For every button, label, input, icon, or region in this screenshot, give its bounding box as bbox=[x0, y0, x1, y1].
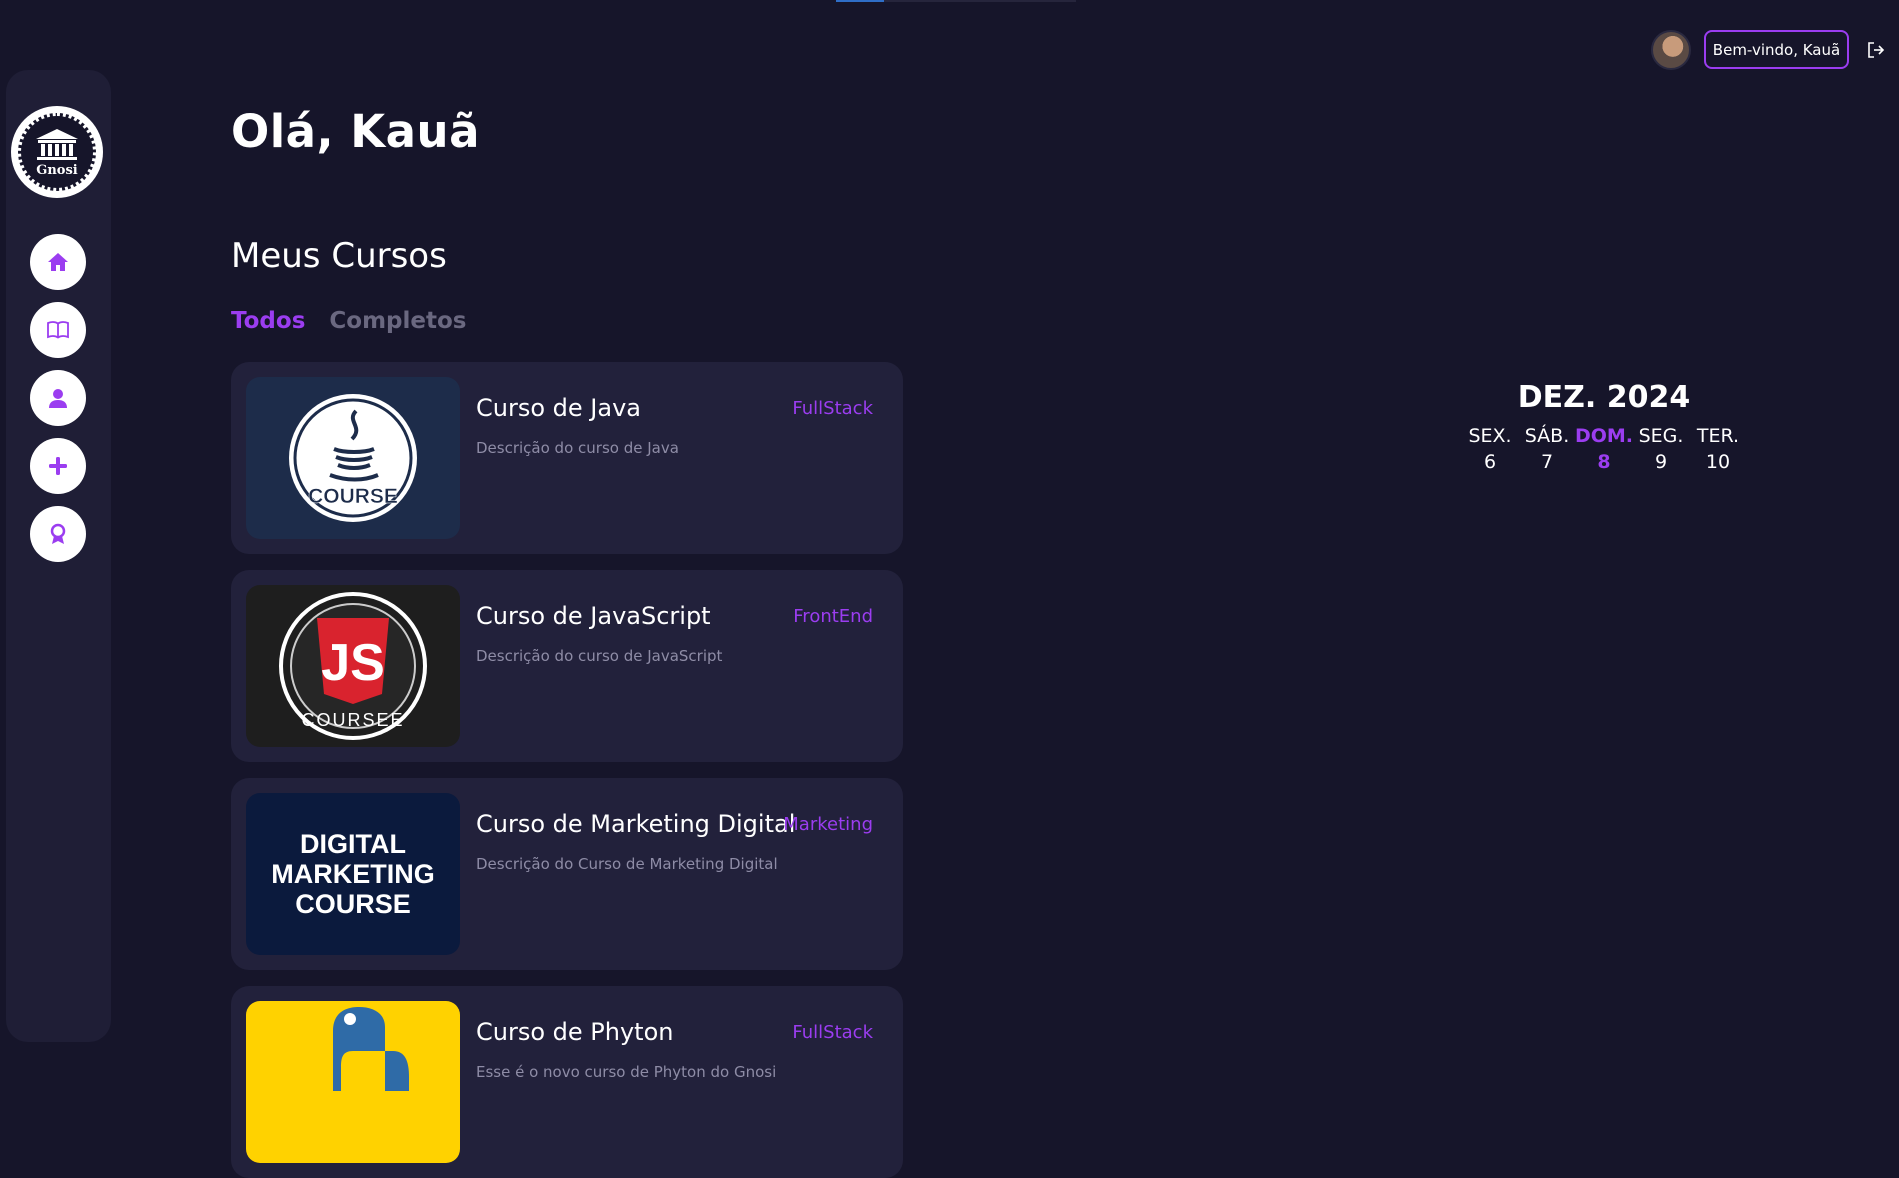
calendar-day-today[interactable]: DOM. 8 bbox=[1574, 425, 1634, 473]
gnosi-logo[interactable]: Gnosi bbox=[11, 106, 103, 198]
logout-icon[interactable] bbox=[1866, 40, 1886, 60]
calendar-day-weekday: SEX. bbox=[1468, 425, 1512, 447]
sidebar-item-home[interactable] bbox=[30, 234, 86, 290]
java-thumb-text: COURSE bbox=[308, 485, 398, 508]
course-tag: FrontEnd bbox=[793, 606, 873, 627]
calendar-day-weekday: SEG. bbox=[1638, 425, 1684, 447]
top-progress-indicator-active bbox=[836, 0, 884, 2]
section-title: Meus Cursos bbox=[231, 236, 447, 276]
course-card-marketing[interactable]: DIGITAL MARKETING COURSE Curso de Marketin… bbox=[231, 778, 903, 970]
avatar[interactable] bbox=[1651, 30, 1691, 70]
course-thumbnail-javascript: JS COURSEE bbox=[246, 585, 460, 747]
tab-completos[interactable]: Completos bbox=[329, 308, 466, 334]
sidebar-item-profile[interactable] bbox=[30, 370, 86, 426]
top-progress-indicator bbox=[836, 0, 1076, 2]
tab-todos[interactable]: Todos bbox=[231, 308, 305, 334]
course-title: Curso de JavaScript bbox=[476, 602, 711, 630]
calendar-day[interactable]: SÁB. 7 bbox=[1519, 425, 1576, 473]
temple-icon bbox=[36, 128, 78, 160]
python-logo-icon bbox=[333, 1007, 409, 1091]
course-tabs: Todos Completos bbox=[231, 308, 466, 334]
calendar-day-weekday: DOM. bbox=[1574, 425, 1634, 447]
course-thumbnail-marketing: DIGITAL MARKETING COURSE bbox=[246, 793, 460, 955]
calendar-day-number: 6 bbox=[1483, 451, 1497, 473]
calendar-day-number: 10 bbox=[1705, 451, 1731, 473]
logo-brand-text: Gnosi bbox=[36, 162, 78, 178]
calendar-days: SEX. 6 SÁB. 7 DOM. 8 SEG. 9 TER. 10 bbox=[1454, 425, 1754, 473]
home-icon bbox=[48, 253, 68, 271]
course-title: Curso de Java bbox=[476, 394, 641, 422]
calendar-day[interactable]: TER. 10 bbox=[1690, 425, 1747, 473]
course-tag: FullStack bbox=[792, 1022, 873, 1043]
calendar-day-number: 7 bbox=[1540, 451, 1554, 473]
course-card-javascript[interactable]: JS COURSEE Curso de JavaScript FrontEnd … bbox=[231, 570, 903, 762]
calendar-day[interactable]: SEG. 9 bbox=[1633, 425, 1690, 473]
calendar-title: DEZ. 2024 bbox=[1517, 380, 1691, 415]
course-title: Curso de Phyton bbox=[476, 1018, 674, 1046]
course-tag: FullStack bbox=[792, 398, 873, 419]
java-logo-icon: COURSE bbox=[289, 394, 417, 522]
course-card-python[interactable]: Curso de Phyton FullStack Esse é o novo … bbox=[231, 986, 903, 1178]
course-card-java[interactable]: COURSE Curso de Java FullStack Descrição… bbox=[231, 362, 903, 554]
plus-icon bbox=[49, 457, 67, 475]
calendar-widget: DEZ. 2024 SEX. 6 SÁB. 7 DOM. 8 SEG. 9 TE… bbox=[1454, 380, 1754, 473]
sidebar-item-courses[interactable] bbox=[30, 302, 86, 358]
page-greeting: Olá, Kauã bbox=[231, 105, 480, 158]
award-icon bbox=[50, 523, 66, 544]
book-icon bbox=[47, 321, 69, 339]
sidebar-item-certificates[interactable] bbox=[30, 506, 86, 562]
course-title: Curso de Marketing Digital bbox=[476, 810, 796, 838]
user-icon bbox=[49, 389, 67, 408]
calendar-day-number: 8 bbox=[1597, 451, 1611, 473]
javascript-logo-icon: JS COURSEE bbox=[279, 592, 427, 740]
course-thumbnail-java: COURSE bbox=[246, 377, 460, 539]
course-description: Descrição do Curso de Marketing Digital bbox=[476, 855, 778, 873]
logo-emblem: Gnosi bbox=[18, 113, 96, 191]
svg-text:JS: JS bbox=[321, 634, 385, 692]
marketing-thumb-text: DIGITAL MARKETING COURSE bbox=[271, 829, 435, 919]
calendar-day[interactable]: SEX. 6 bbox=[1462, 425, 1519, 473]
calendar-day-number: 9 bbox=[1654, 451, 1668, 473]
course-description: Esse é o novo curso de Phyton do Gnosi bbox=[476, 1063, 777, 1081]
javascript-thumb-text: COURSEE bbox=[301, 710, 404, 730]
course-description: Descrição do curso de JavaScript bbox=[476, 647, 723, 665]
course-description: Descrição do curso de Java bbox=[476, 439, 679, 457]
course-thumbnail-python bbox=[246, 1001, 460, 1163]
course-tag: Marketing bbox=[783, 814, 873, 835]
calendar-day-weekday: SÁB. bbox=[1524, 425, 1570, 447]
welcome-button[interactable]: Bem-vindo, Kauã bbox=[1704, 30, 1849, 69]
calendar-day-weekday: TER. bbox=[1696, 425, 1740, 447]
sidebar-item-add[interactable] bbox=[30, 438, 86, 494]
